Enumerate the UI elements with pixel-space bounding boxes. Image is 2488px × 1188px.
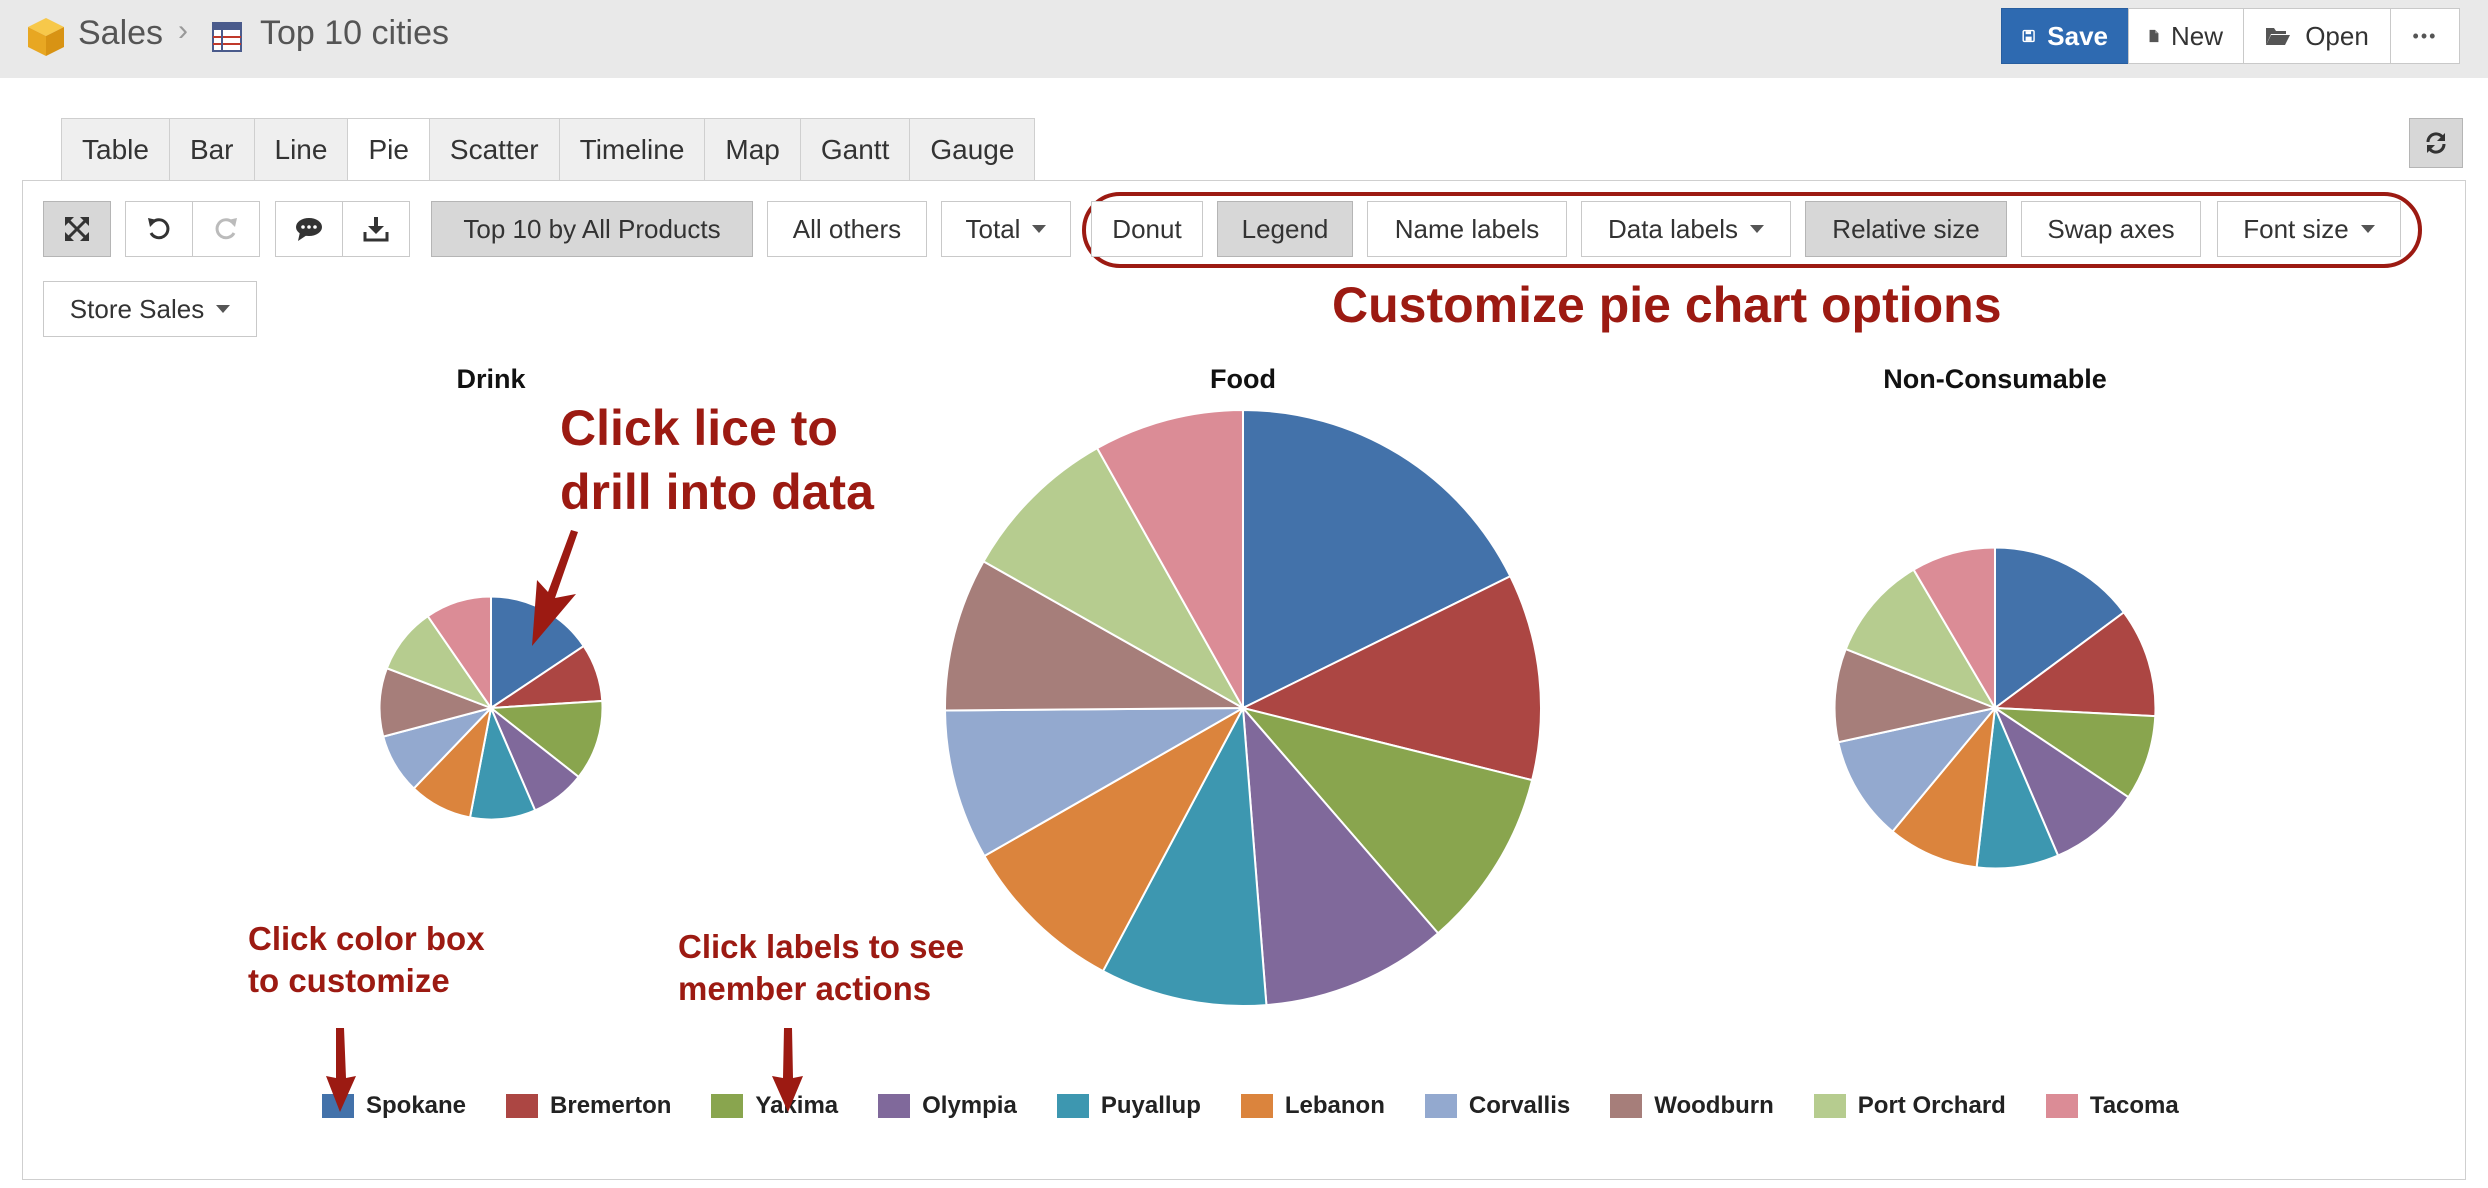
legend-color-box[interactable] [1813, 1094, 1846, 1118]
legend-item: Port Orchard [1813, 1092, 2006, 1120]
legend-item: Tacoma [2045, 1092, 2179, 1120]
legend-label[interactable]: Tacoma [2090, 1092, 2179, 1120]
legend-item: Spokane [322, 1092, 466, 1120]
pie-title-drink: Drink [456, 364, 526, 394]
legend-color-box[interactable] [1056, 1094, 1089, 1118]
legend-label[interactable]: Woodburn [1654, 1092, 1774, 1120]
annotation-color-box: Click color box to customize [248, 918, 485, 1002]
legend-label[interactable]: Lebanon [1285, 1092, 1385, 1120]
legend-color-box[interactable] [506, 1094, 539, 1118]
legend-item: Woodburn [1610, 1092, 1774, 1120]
legend-color-box[interactable] [1424, 1094, 1457, 1118]
pie-title-non-consumable: Non-Consumable [1883, 364, 2107, 394]
pie-food [944, 408, 1542, 1007]
annotation-color-line1: Click color box [248, 920, 485, 957]
legend-item: Yakima [711, 1092, 838, 1120]
annotation-color-line2: to customize [248, 962, 450, 999]
legend-item: Olympia [878, 1092, 1017, 1120]
pie-drink [378, 595, 604, 821]
annotation-slice-line1: Click lice to [560, 400, 838, 456]
legend-color-box[interactable] [711, 1094, 744, 1118]
legend-color-box[interactable] [322, 1094, 354, 1118]
legend-item: Puyallup [1056, 1092, 1201, 1120]
annotation-labels: Click labels to see member actions [678, 926, 964, 1010]
legend-item: Bremerton [506, 1092, 671, 1120]
legend-label[interactable]: Spokane [366, 1092, 466, 1120]
legend-label[interactable]: Bremerton [550, 1092, 671, 1120]
pie-non-consumable [1833, 546, 2157, 870]
annotation-labels-line2: member actions [678, 970, 932, 1007]
annotation-options: Customize pie chart options [1332, 277, 2002, 333]
annotation-slice-line2: drill into data [560, 464, 874, 520]
legend: Spokane Bremerton Yakima Olympia Puyallup Leb… [322, 1092, 2219, 1120]
annotation-labels-line1: Click labels to see [678, 928, 965, 965]
legend-label[interactable]: Puyallup [1101, 1092, 1201, 1120]
legend-color-box[interactable] [2045, 1094, 2078, 1118]
legend-color-box[interactable] [1610, 1094, 1643, 1118]
legend-item: Lebanon [1240, 1092, 1385, 1120]
pie-charts [378, 408, 2157, 1007]
legend-label[interactable]: Corvallis [1469, 1092, 1570, 1120]
legend-label[interactable]: Yakima [755, 1092, 838, 1120]
legend-label[interactable]: Port Orchard [1858, 1092, 2006, 1120]
pie-title-food: Food [1210, 364, 1276, 394]
legend-item: Corvallis [1424, 1092, 1570, 1120]
legend-label[interactable]: Olympia [922, 1092, 1017, 1120]
annotation-slice: Click lice to drill into data [560, 396, 874, 524]
legend-color-box[interactable] [1240, 1094, 1273, 1118]
legend-color-box[interactable] [878, 1094, 911, 1118]
